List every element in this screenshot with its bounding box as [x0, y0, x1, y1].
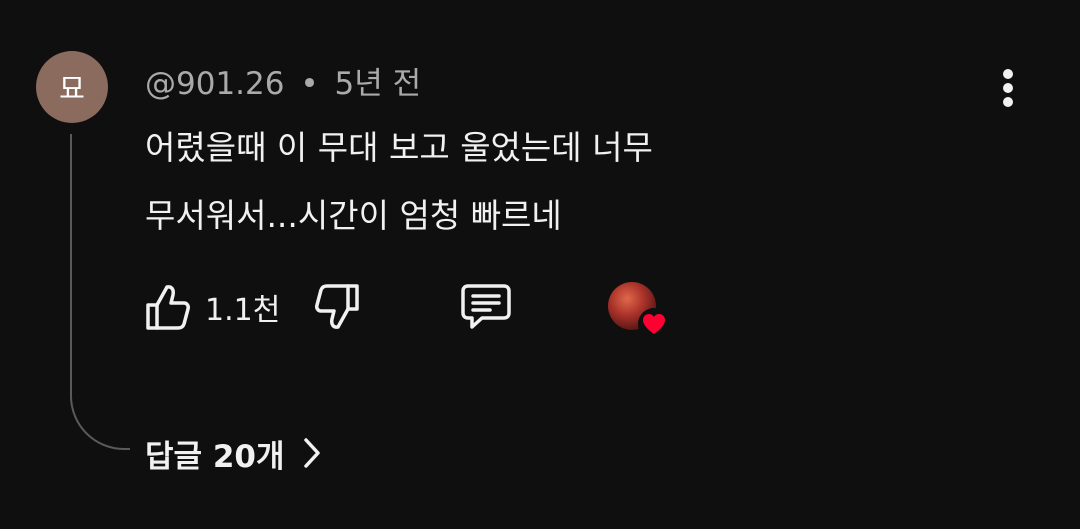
author-avatar[interactable]: 묘	[36, 51, 108, 123]
creator-heart	[608, 282, 670, 340]
view-replies-button[interactable]: 답글 20개	[145, 430, 321, 476]
meta-separator: •	[300, 66, 319, 102]
comment-icon	[461, 284, 511, 329]
heart-badge	[638, 308, 670, 340]
author-handle[interactable]: @901.26	[145, 66, 284, 102]
avatar-letter: 묘	[59, 72, 85, 105]
thumbs-up-icon	[146, 285, 190, 330]
comment-time: 5년 전	[334, 66, 422, 102]
like-count: 1.1천	[205, 293, 281, 328]
chevron-right-icon	[303, 437, 321, 469]
thumbs-down-icon	[315, 284, 359, 329]
replies-label: 답글 20개	[145, 438, 285, 475]
dislike-button[interactable]	[314, 282, 362, 332]
comment-meta: @901.26 • 5년 전	[145, 58, 421, 103]
more-vertical-icon	[1003, 69, 1013, 107]
like-button[interactable]: 1.1천	[145, 282, 280, 332]
reply-button[interactable]	[460, 282, 512, 332]
more-options-button[interactable]	[992, 66, 1024, 110]
heart-icon	[643, 314, 665, 334]
comment-text: 어렸을때 이 무대 보고 울었는데 너무 무서워서...시간이 엄청 빠르네	[145, 128, 653, 235]
thread-line	[70, 134, 130, 450]
